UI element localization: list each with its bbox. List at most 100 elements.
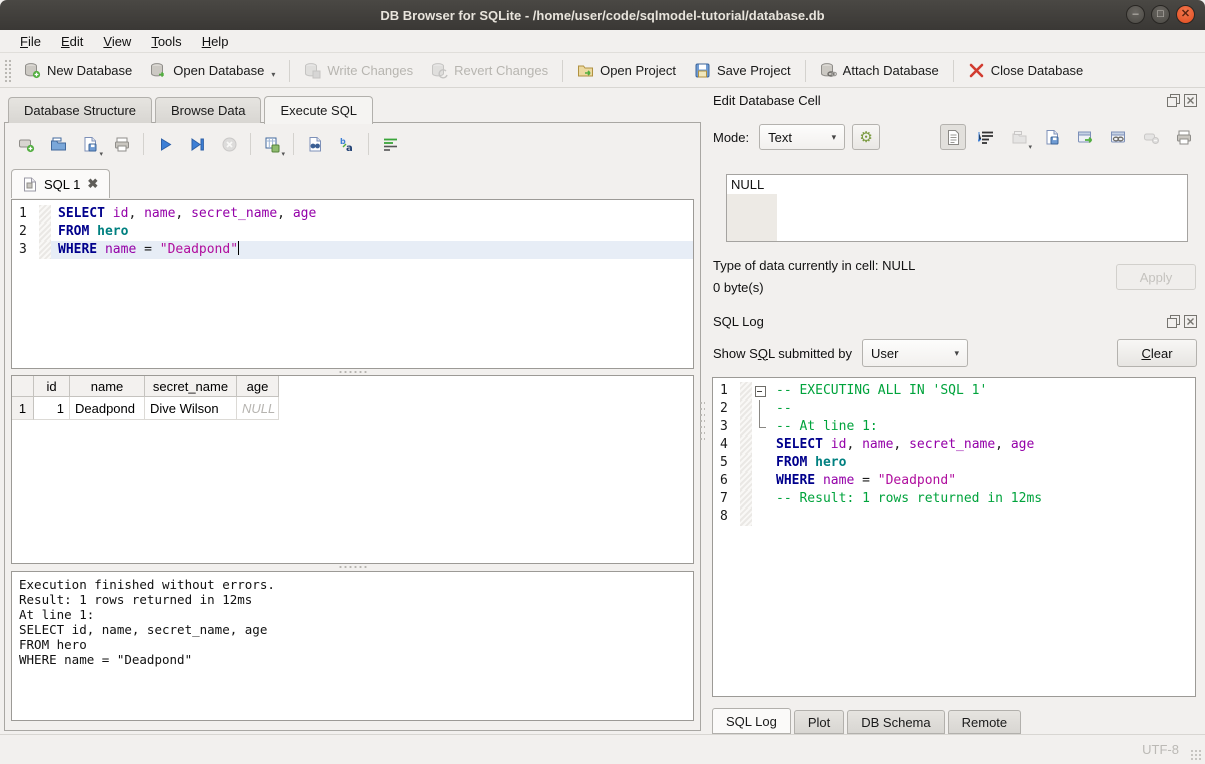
- code-text: FROM hero: [769, 454, 1195, 472]
- menu-edit[interactable]: Edit: [51, 32, 93, 51]
- table-cell[interactable]: Dive Wilson: [145, 397, 237, 420]
- open-project-button-icon: [577, 62, 594, 79]
- fold-column: [752, 472, 769, 490]
- auto-apply-gear-icon[interactable]: ⚙: [852, 124, 880, 150]
- mode-select[interactable]: Text▾: [759, 124, 845, 150]
- results-table[interactable]: idnamesecret_nameage11DeadpondDive Wilso…: [11, 375, 694, 564]
- attach-database-button[interactable]: Attach Database: [811, 58, 948, 83]
- open-project-button[interactable]: Open Project: [568, 58, 685, 83]
- line-number: 7: [713, 490, 740, 508]
- text-display-mode-icon[interactable]: [940, 124, 966, 150]
- right-pane: Edit Database Cell Mode: Text▾ ⚙ ▾ NULL …: [705, 88, 1205, 734]
- gutter-hatch: [740, 400, 752, 418]
- tab-browse-data[interactable]: Browse Data: [155, 97, 261, 123]
- corner-header[interactable]: [12, 376, 34, 397]
- import-data-icon[interactable]: ▾: [1006, 124, 1032, 150]
- find-replace-icon[interactable]: [302, 131, 328, 157]
- row-header[interactable]: 1: [12, 397, 34, 420]
- line-number: 6: [713, 472, 740, 490]
- splitter-results-output[interactable]: [5, 564, 700, 570]
- code-line: 5 FROM hero: [713, 454, 1195, 472]
- sql-tab[interactable]: SQL 1 ✖: [11, 169, 110, 198]
- close-database-button[interactable]: Close Database: [959, 58, 1093, 83]
- word-wrap-icon[interactable]: [377, 131, 403, 157]
- fold-marker-start[interactable]: [752, 382, 769, 400]
- sql-tab-bar: SQL 1 ✖: [11, 169, 110, 198]
- resize-grip[interactable]: [1190, 749, 1202, 761]
- log-filter-select[interactable]: User▾: [862, 339, 968, 367]
- sql-editor[interactable]: 1SELECT id, name, secret_name, age2FROM …: [11, 199, 694, 369]
- toolbar-separator: [143, 133, 144, 155]
- main-toolbar: New DatabaseOpen Database▾ Write ChangesR…: [0, 54, 1205, 88]
- table-cell[interactable]: Deadpond: [70, 397, 145, 420]
- dock-tab-db-schema[interactable]: DB Schema: [847, 710, 944, 734]
- float-panel-icon[interactable]: [1167, 94, 1180, 107]
- open-database-button[interactable]: Open Database▾: [141, 58, 284, 83]
- revert-changes-button[interactable]: Revert Changes: [422, 58, 557, 83]
- close-button[interactable]: ✕: [1176, 5, 1195, 24]
- sql-log-view[interactable]: 1-- EXECUTING ALL IN 'SQL 1'2--3-- At li…: [712, 377, 1196, 697]
- line-number: 5: [713, 454, 740, 472]
- open-sql-file-icon[interactable]: [45, 131, 71, 157]
- open-sql-tab-icon[interactable]: [13, 131, 39, 157]
- column-header-name[interactable]: name: [70, 376, 145, 397]
- table-cell[interactable]: NULL: [237, 397, 279, 420]
- print-sql-icon[interactable]: [109, 131, 135, 157]
- copy-link-icon[interactable]: [1105, 124, 1131, 150]
- print-cell-icon[interactable]: [1171, 124, 1197, 150]
- execute-current-line-icon[interactable]: [184, 131, 210, 157]
- tab-database-structure[interactable]: Database Structure: [8, 97, 152, 123]
- code-line: 1SELECT id, name, secret_name, age: [12, 205, 693, 223]
- new-database-button[interactable]: New Database: [15, 58, 141, 83]
- dock-tab-plot[interactable]: Plot: [794, 710, 844, 734]
- open-in-external-app-icon[interactable]: [1072, 124, 1098, 150]
- table-cell[interactable]: 1: [34, 397, 70, 420]
- auto-complete-icon[interactable]: ba: [334, 131, 360, 157]
- app-window: DB Browser for SQLite - /home/user/code/…: [0, 0, 1205, 764]
- clear-log-button[interactable]: Clear: [1117, 339, 1197, 367]
- menu-help[interactable]: Help: [192, 32, 239, 51]
- encoding-indicator[interactable]: UTF-8: [1142, 742, 1179, 757]
- attach-database-button-icon: [820, 62, 837, 79]
- menu-file[interactable]: File: [10, 32, 51, 51]
- line-number: 2: [713, 400, 740, 418]
- stop-execution-icon[interactable]: [216, 131, 242, 157]
- close-log-panel-icon[interactable]: [1184, 315, 1197, 328]
- tab-execute-sql[interactable]: Execute SQL: [264, 96, 373, 124]
- code-line: 2--: [713, 400, 1195, 418]
- menu-view[interactable]: View: [93, 32, 141, 51]
- fold-column: [752, 436, 769, 454]
- apply-button[interactable]: Apply: [1116, 264, 1196, 290]
- fold-marker-mid: [752, 400, 769, 418]
- execution-output[interactable]: Execution finished without errors. Resul…: [11, 571, 694, 721]
- column-header-age[interactable]: age: [237, 376, 279, 397]
- cell-value-editor[interactable]: NULL: [726, 174, 1188, 242]
- save-sql-file-icon[interactable]: ▾: [77, 131, 103, 157]
- minimize-button[interactable]: –: [1126, 5, 1145, 24]
- column-header-secret_name[interactable]: secret_name: [145, 376, 237, 397]
- word-wrap-cell-icon[interactable]: [973, 124, 999, 150]
- save-results-icon[interactable]: ▾: [259, 131, 285, 157]
- sql-log-title: SQL Log: [713, 314, 764, 329]
- float-log-panel-icon[interactable]: [1167, 315, 1180, 328]
- dock-tab-remote[interactable]: Remote: [948, 710, 1022, 734]
- toolbar-drag-handle[interactable]: [4, 59, 11, 83]
- dock-tab-sql-log[interactable]: SQL Log: [712, 708, 791, 734]
- fold-column: [752, 508, 769, 526]
- export-data-icon[interactable]: [1039, 124, 1065, 150]
- open-database-button-dropdown-arrow[interactable]: ▾: [271, 70, 275, 79]
- toolbar-separator: [953, 60, 954, 82]
- title-bar[interactable]: DB Browser for SQLite - /home/user/code/…: [0, 0, 1205, 30]
- close-tab-icon[interactable]: ✖: [87, 176, 98, 192]
- menu-tools[interactable]: Tools: [141, 32, 191, 51]
- write-changes-button[interactable]: Write Changes: [295, 58, 422, 83]
- set-null-icon[interactable]: [1138, 124, 1164, 150]
- code-line: 8: [713, 508, 1195, 526]
- close-panel-icon[interactable]: [1184, 94, 1197, 107]
- maximize-button[interactable]: □: [1151, 5, 1170, 24]
- execute-all-icon[interactable]: [152, 131, 178, 157]
- save-project-button[interactable]: Save Project: [685, 58, 800, 83]
- edit-cell-title: Edit Database Cell: [713, 93, 821, 108]
- column-header-id[interactable]: id: [34, 376, 70, 397]
- gutter-hatch: [740, 418, 752, 436]
